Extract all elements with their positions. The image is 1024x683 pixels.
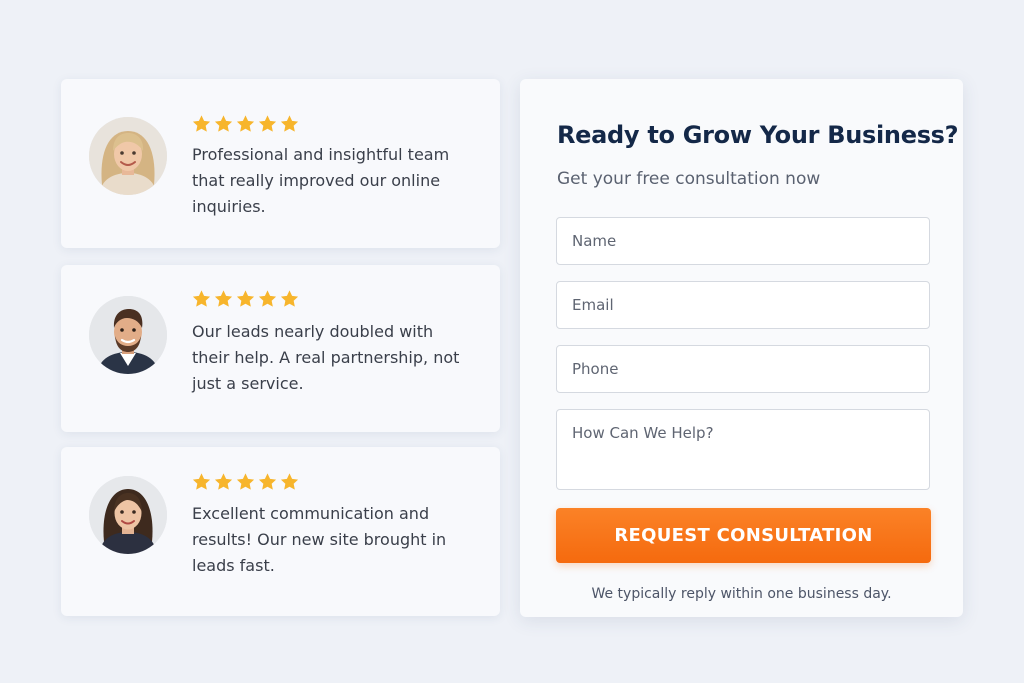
form-title: Ready to Grow Your Business?: [557, 121, 959, 149]
star-icon: [235, 289, 256, 309]
star-icon: [279, 114, 300, 134]
star-icon: [191, 472, 212, 492]
star-icon: [235, 472, 256, 492]
star-icon: [213, 114, 234, 134]
reply-note: We typically reply within one business d…: [591, 586, 892, 602]
phone-input[interactable]: [556, 345, 930, 393]
star-rating: [191, 472, 300, 492]
testimonial-card: Professional and insightful team that re…: [61, 79, 500, 248]
message-textarea[interactable]: [556, 409, 930, 490]
avatar: [89, 476, 167, 554]
star-icon: [213, 289, 234, 309]
testimonial-card: Excellent communication and results! Our…: [61, 447, 500, 616]
star-rating: [191, 114, 300, 134]
email-input[interactable]: [556, 281, 930, 329]
avatar: [89, 117, 167, 195]
star-icon: [279, 472, 300, 492]
consultation-form: Ready to Grow Your Business? Get your fr…: [520, 79, 963, 617]
star-icon: [257, 472, 278, 492]
avatar: [89, 296, 167, 374]
star-icon: [191, 289, 212, 309]
star-icon: [191, 114, 212, 134]
form-subtitle: Get your free consultation now: [557, 169, 821, 189]
testimonial-quote: Our leads nearly doubled with their help…: [192, 322, 460, 393]
star-icon: [257, 289, 278, 309]
testimonial-card: Our leads nearly doubled with their help…: [61, 265, 500, 432]
name-input[interactable]: [556, 217, 930, 265]
star-icon: [279, 289, 300, 309]
star-rating: [191, 289, 300, 309]
testimonial-quote: Excellent communication and results! Our…: [192, 504, 447, 575]
testimonial-quote: Professional and insightful team that re…: [192, 145, 450, 216]
star-icon: [213, 472, 234, 492]
star-icon: [235, 114, 256, 134]
star-icon: [257, 114, 278, 134]
request-consultation-button[interactable]: REQUEST CONSULTATION: [556, 508, 931, 563]
